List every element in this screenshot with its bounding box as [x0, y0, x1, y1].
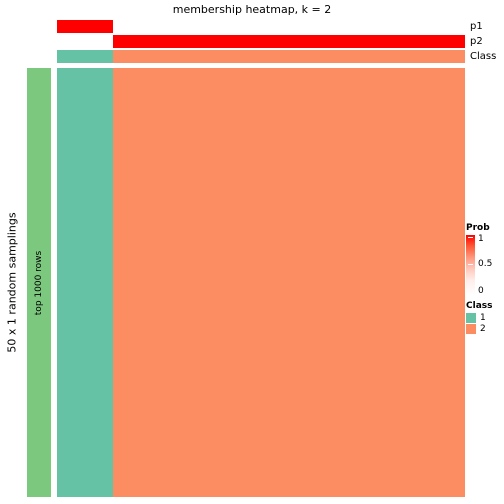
- class-legend-swatch-2: [466, 324, 476, 334]
- page-title: membership heatmap, k = 2: [172, 3, 332, 16]
- column-annotation-label-class: Class: [470, 51, 497, 62]
- prob-legend-title: Prob: [466, 223, 490, 233]
- heatmap-body: [57, 68, 465, 497]
- anno-p1-segment-right: [112, 20, 465, 33]
- heatmap-block-cluster-1: [57, 68, 113, 497]
- y-axis-title: 50 x 1 random samplings: [0, 68, 24, 497]
- prob-tick-label-05: 0.5: [478, 259, 493, 269]
- class-legend-swatch-1: [466, 313, 476, 323]
- legend-area: Prob 1 0.5 0 Class 1 2: [466, 222, 504, 334]
- prob-tick-label-0: 0: [478, 286, 484, 296]
- prob-tick-mark-0: [468, 292, 473, 293]
- prob-tick-mark-1: [468, 237, 473, 238]
- anno-class-segment-1: [57, 50, 113, 63]
- prob-legend: 1 0.5 0: [466, 234, 504, 296]
- column-annotation-label-p2: p2: [470, 36, 483, 47]
- prob-legend-gradient: [466, 235, 475, 295]
- anno-p2-segment-right: [112, 35, 465, 48]
- class-legend-entry-1: 1: [466, 313, 504, 323]
- column-annotation-p2: [57, 35, 465, 48]
- prob-tick-mark-05: [468, 264, 473, 265]
- class-legend-label-2: 2: [480, 324, 486, 334]
- class-legend-title: Class: [466, 301, 493, 311]
- y-axis-title-text: 50 x 1 random samplings: [5, 212, 19, 353]
- column-annotation-label-p1: p1: [470, 21, 483, 32]
- class-legend: Class 1 2: [466, 300, 504, 334]
- row-annotation-top1000: [27, 68, 51, 497]
- column-annotation-p1: [57, 20, 465, 33]
- heatmap-block-cluster-2: [112, 68, 465, 497]
- anno-p2-segment-left: [57, 35, 113, 48]
- anno-p1-segment-left: [57, 20, 113, 33]
- class-legend-entry-2: 2: [466, 324, 504, 334]
- anno-class-segment-2: [112, 50, 465, 63]
- column-annotation-class: [57, 50, 465, 63]
- prob-tick-label-1: 1: [478, 234, 484, 244]
- class-legend-label-1: 1: [480, 313, 486, 323]
